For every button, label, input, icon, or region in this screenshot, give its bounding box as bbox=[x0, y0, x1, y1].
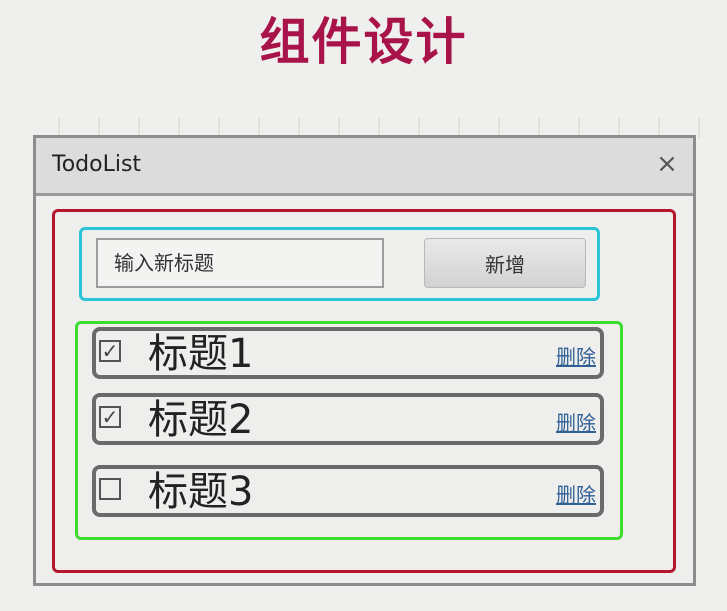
delete-link[interactable]: 删除 bbox=[556, 407, 596, 436]
check-icon: ✓ bbox=[101, 405, 119, 429]
todo-item: 标题3 删除 bbox=[92, 465, 604, 517]
add-button[interactable]: 新增 bbox=[424, 238, 586, 288]
delete-link[interactable]: 删除 bbox=[556, 479, 596, 508]
todo-item: ✓ 标题2 删除 bbox=[92, 393, 604, 445]
checkbox-unchecked[interactable] bbox=[99, 478, 121, 500]
check-icon: ✓ bbox=[101, 339, 119, 363]
app-component-box: 新增 ✓ 标题1 删除 ✓ 标题2 删除 标题3 删除 bbox=[52, 209, 676, 573]
checkbox-checked[interactable]: ✓ bbox=[99, 340, 121, 362]
close-icon[interactable]: × bbox=[653, 150, 681, 178]
todo-item: ✓ 标题1 删除 bbox=[92, 327, 604, 379]
window-title: TodoList bbox=[52, 152, 142, 177]
list-component-box: ✓ 标题1 删除 ✓ 标题2 删除 标题3 删除 bbox=[75, 321, 623, 540]
new-title-input[interactable] bbox=[96, 238, 384, 288]
slide-title: 组件设计 bbox=[259, 13, 468, 71]
todo-title: 标题1 bbox=[148, 331, 254, 377]
todo-title: 标题2 bbox=[148, 397, 254, 443]
todo-title: 标题3 bbox=[148, 469, 254, 515]
delete-link[interactable]: 删除 bbox=[556, 341, 596, 370]
todolist-window: TodoList × 新增 ✓ 标题1 删除 ✓ 标题2 删除 bbox=[33, 135, 696, 586]
header-component-box: 新增 bbox=[79, 227, 600, 301]
window-titlebar: TodoList × bbox=[36, 138, 693, 196]
checkbox-checked[interactable]: ✓ bbox=[99, 406, 121, 428]
